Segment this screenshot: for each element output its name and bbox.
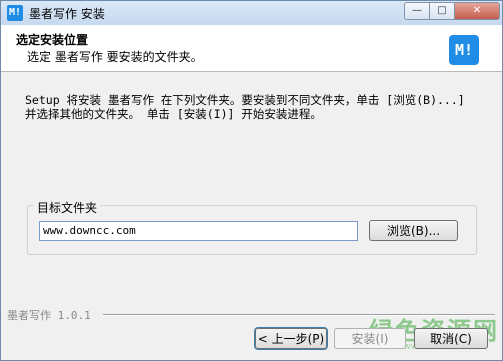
installer-window: M! 墨者写作 安装 — □ ✕ 选定安装位置 选定 墨者写作 要安装的文件夹。… [0,0,503,361]
page-subtitle: 选定 墨者写作 要安装的文件夹。 [27,50,203,64]
instructions-text: Setup 将安装 墨者写作 在下列文件夹。要安装到不同文件夹，单击 [浏览(B… [25,93,485,121]
back-button[interactable]: < 上一步(P) [254,327,328,350]
brand-label: 墨者写作 1.0.1 [7,309,91,322]
page-title: 选定安装位置 [16,33,89,47]
window-title: 墨者写作 安装 [29,7,105,21]
browse-button[interactable]: 浏览(B)... [369,220,458,241]
product-logo: M! [449,35,479,65]
app-icon: M! [7,5,23,21]
instructions-line-2: 并选择其他的文件夹。 单击 [安装(I)] 开始安装进程。 [25,107,322,121]
destination-path-input[interactable] [39,221,358,241]
close-button[interactable]: ✕ [454,2,500,20]
instructions-line-1: Setup 将安装 墨者写作 在下列文件夹。要安装到不同文件夹，单击 [浏览(B… [25,93,465,107]
cancel-button[interactable]: 取消(C) [414,328,488,349]
minimize-button[interactable]: — [404,2,430,20]
install-button[interactable]: 安装(I) [334,328,406,349]
title-bar[interactable]: M! 墨者写作 安装 — □ ✕ [1,1,502,25]
destination-folder-label: 目标文件夹 [34,199,101,216]
page-header: 选定安装位置 选定 墨者写作 要安装的文件夹。 M! [1,25,502,72]
maximize-button[interactable]: □ [429,2,455,20]
